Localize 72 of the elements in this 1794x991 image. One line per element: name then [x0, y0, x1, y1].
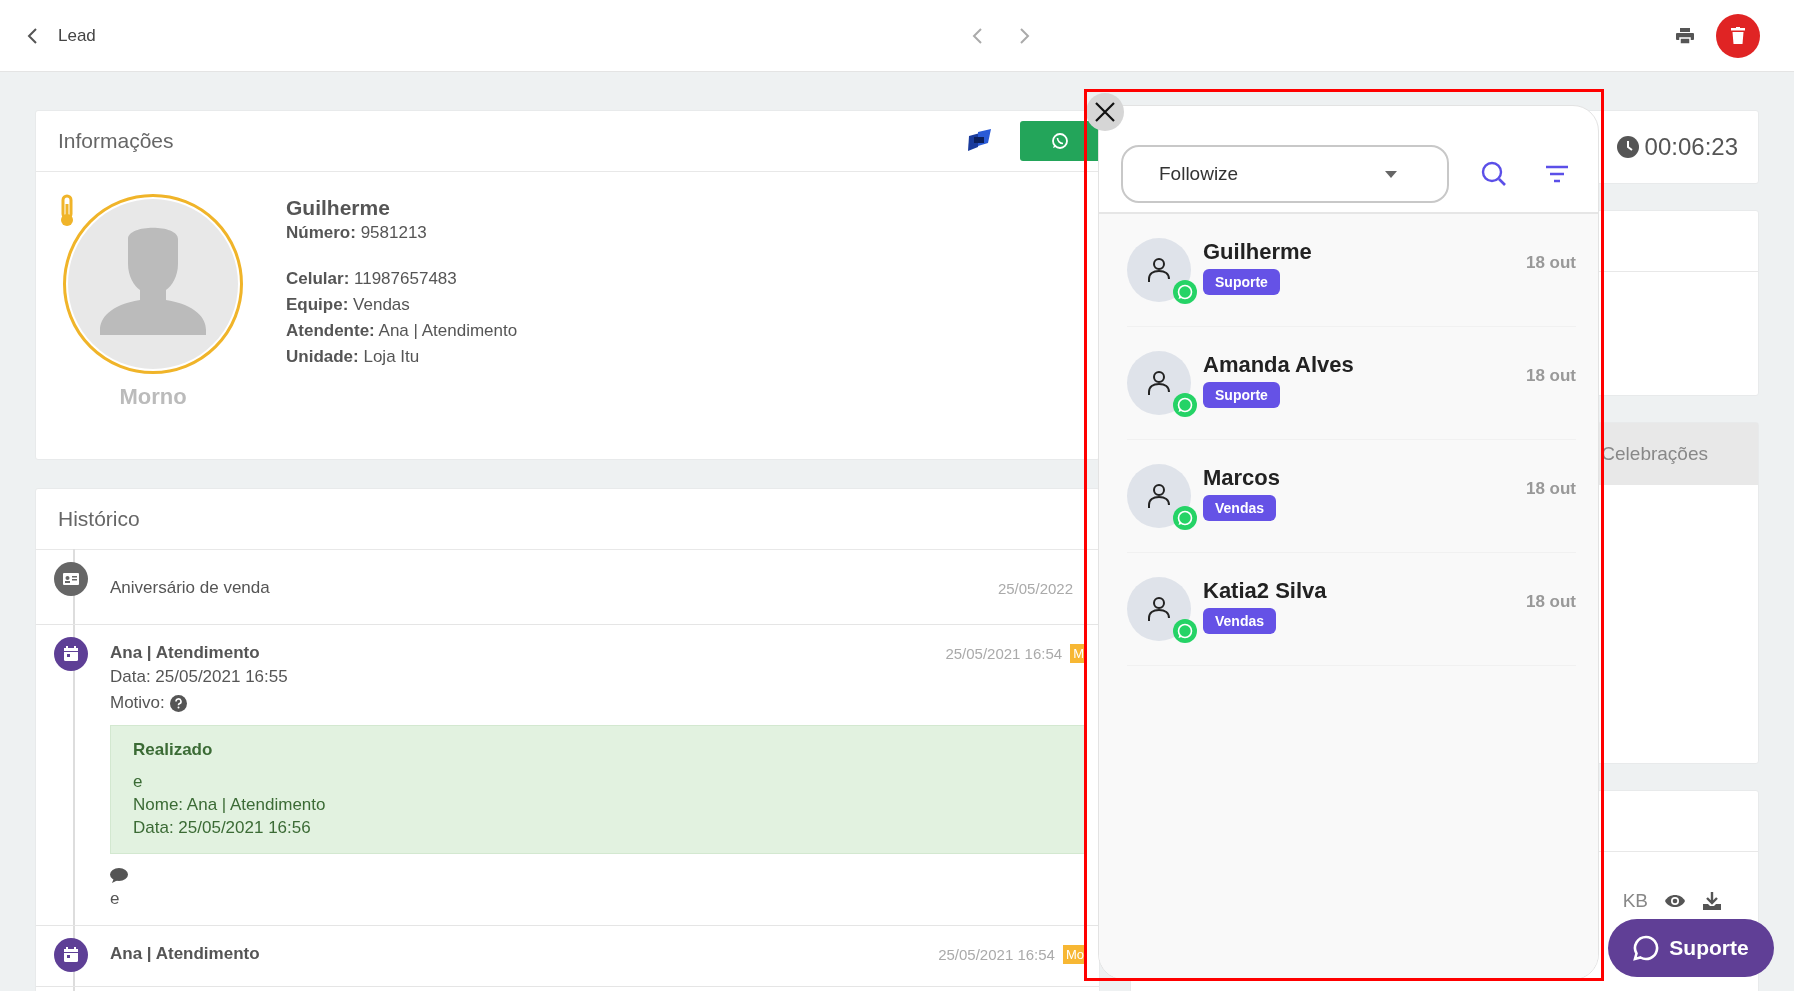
- contact-name: Guilherme: [1203, 239, 1312, 265]
- lead-field: Atendente: Ana | Atendimento: [286, 318, 518, 344]
- contact-date: 18 out: [1525, 366, 1576, 386]
- close-icon: [1094, 101, 1116, 123]
- team-tag: Vendas: [1203, 495, 1277, 521]
- contact-name: Amanda Alves: [1203, 352, 1354, 378]
- print-icon[interactable]: [1676, 27, 1694, 44]
- contact-item[interactable]: Marcos Vendas 18 out: [1127, 440, 1576, 553]
- channel-dropdown[interactable]: Followize: [1121, 145, 1449, 203]
- lead-field: Celular: 11987657483: [286, 266, 518, 292]
- comment-text: e: [110, 888, 121, 910]
- result-line: Data: 25/05/2021 16:56: [133, 817, 312, 839]
- entry-date: 25/05/2022: [997, 579, 1073, 597]
- whatsapp-icon: [1173, 393, 1197, 417]
- chat-bubble-icon: [1633, 935, 1660, 961]
- contact-date: 18 out: [1525, 253, 1576, 273]
- whatsapp-icon: [1173, 280, 1197, 304]
- contact-item[interactable]: Amanda Alves Suporte 18 out: [1127, 327, 1576, 440]
- delete-button[interactable]: [1716, 13, 1760, 58]
- event-text: Aniversário de venda: [110, 578, 270, 598]
- whatsapp-button[interactable]: [1020, 121, 1100, 161]
- help-icon[interactable]: [169, 694, 187, 712]
- person-icon: [1147, 483, 1171, 509]
- contact-item[interactable]: Katia2 Silva Vendas 18 out: [1127, 553, 1576, 666]
- card-title: Histórico: [58, 507, 140, 531]
- trash-icon: [1731, 27, 1745, 44]
- contact-name: Marcos: [1203, 465, 1281, 491]
- back-icon[interactable]: [26, 26, 38, 45]
- temperature-label: Morno: [119, 384, 187, 410]
- team-tag: Suporte: [1203, 269, 1280, 295]
- lead-name: Guilherme: [286, 196, 391, 220]
- entry-author: Ana | Atendimento: [110, 643, 260, 663]
- calendar-icon: [54, 637, 88, 671]
- person-icon: [1147, 370, 1171, 396]
- comment-icon: [110, 868, 128, 883]
- download-icon[interactable]: [1702, 891, 1722, 911]
- thermometer-icon: [58, 194, 76, 228]
- timer-text: 00:06:23: [1644, 133, 1738, 161]
- entry-date: 25/05/2021 16:54: [945, 644, 1063, 662]
- team-tag: Vendas: [1203, 608, 1277, 634]
- flag-icon[interactable]: [966, 128, 992, 154]
- clock-icon: [1616, 136, 1639, 158]
- page-title: Lead: [58, 25, 96, 46]
- whatsapp-icon: [1173, 619, 1197, 643]
- filter-icon[interactable]: [1545, 165, 1569, 183]
- contact-date: 18 out: [1525, 592, 1576, 612]
- eye-icon[interactable]: [1664, 893, 1686, 909]
- result-title: Realizado: [133, 740, 214, 760]
- file-size: KB: [1622, 890, 1648, 912]
- person-icon: [1147, 257, 1171, 283]
- whatsapp-icon: [1173, 506, 1197, 530]
- whatsapp-icon: [1051, 132, 1069, 150]
- lead-field: Equipe: Vendas: [286, 292, 518, 318]
- entry-author: Ana | Atendimento: [110, 944, 260, 964]
- caret-icon: [1385, 170, 1397, 178]
- lead-field: Unidade: Loja Itu: [286, 344, 518, 370]
- contact-item[interactable]: Guilherme Suporte 18 out: [1127, 214, 1576, 327]
- contact-date: 18 out: [1525, 479, 1576, 499]
- result-line: e: [133, 771, 144, 793]
- entry-date: 25/05/2021 16:54: [938, 945, 1055, 963]
- lead-field: Número: 9581213: [286, 220, 518, 246]
- result-line: Nome: Ana | Atendimento: [133, 794, 327, 816]
- entry-line: Data: 25/05/2021 16:55: [110, 666, 289, 688]
- card-title: Informações: [58, 129, 174, 153]
- calendar-icon: [54, 938, 88, 972]
- contact-name: Katia2 Silva: [1203, 578, 1327, 604]
- entry-line: Motivo:: [110, 692, 165, 714]
- person-icon: [1147, 596, 1171, 622]
- support-button[interactable]: Suporte: [1608, 919, 1774, 977]
- search-icon[interactable]: [1481, 161, 1507, 187]
- team-tag: Suporte: [1203, 382, 1280, 408]
- id-card-icon: [54, 562, 88, 596]
